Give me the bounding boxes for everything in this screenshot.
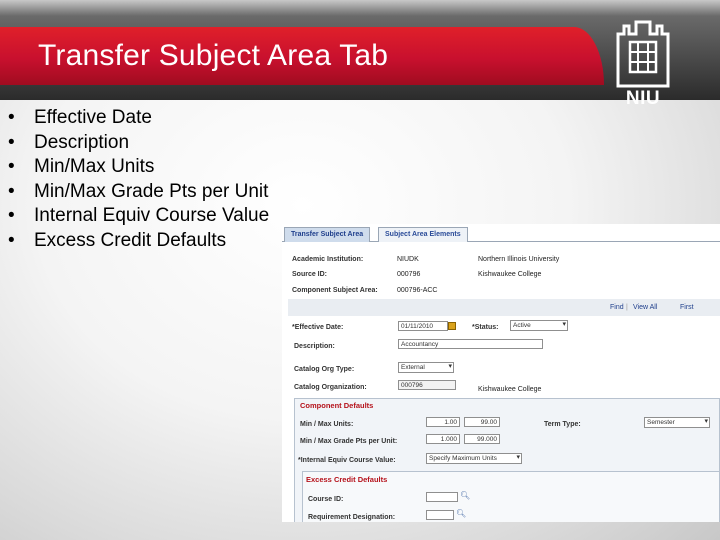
bullet-item: • Min/Max Units — [8, 155, 269, 180]
source-id-code: 000796 — [397, 271, 421, 278]
bullet-item: • Internal Equiv Course Value — [8, 204, 269, 229]
requirement-designation-input[interactable] — [426, 510, 454, 520]
search-icon[interactable]: 🔍︎ — [460, 491, 470, 500]
bullet-item: • Description — [8, 131, 269, 156]
course-id-input[interactable] — [426, 492, 458, 502]
bullet-dot: • — [8, 180, 15, 202]
bullet-dot: • — [8, 131, 15, 153]
status-select[interactable]: Active ▾ — [510, 320, 568, 331]
catalog-org-type-label: Catalog Org Type: — [294, 366, 355, 373]
course-id-label: Course ID: — [308, 496, 344, 503]
search-icon[interactable]: 🔍︎ — [456, 509, 466, 518]
term-type-label: Term Type: — [544, 421, 581, 428]
bullet-dot: • — [8, 205, 15, 227]
component-subject-area-label: Component Subject Area: — [292, 287, 378, 294]
view-all-link[interactable]: View All — [633, 304, 657, 311]
catalog-organization-name: Kishwaukee College — [478, 386, 542, 393]
chevron-down-icon: ▾ — [448, 363, 452, 370]
bullet-text: Internal Equiv Course Value — [34, 205, 270, 227]
effective-date-input[interactable]: 01/11/2010 — [398, 321, 448, 331]
bullet-dot: • — [8, 229, 15, 251]
academic-institution-label: Academic Institution: — [292, 256, 364, 263]
component-defaults-title: Component Defaults — [300, 401, 374, 410]
min-grade-pts-input[interactable]: 1.000 — [426, 434, 460, 444]
chevron-down-icon: ▾ — [516, 454, 520, 461]
requirement-designation-label: Requirement Designation: — [308, 514, 396, 521]
catalog-organization-input[interactable]: 000796 — [398, 380, 456, 390]
bullet-dot: • — [8, 156, 15, 178]
nav-separator: | — [626, 304, 628, 311]
bullet-text: Description — [34, 131, 130, 153]
bullet-text: Min/Max Units — [34, 156, 155, 178]
min-max-units-label: Min / Max Units: — [300, 421, 354, 428]
description-label: Description: — [294, 343, 335, 350]
tower-icon — [616, 20, 670, 88]
find-link[interactable]: Find — [610, 304, 624, 311]
internal-equiv-select[interactable]: Specify Maximum Units ▾ — [426, 453, 522, 464]
bullet-text: Excess Credit Defaults — [34, 229, 227, 251]
min-max-grade-pts-label: Min / Max Grade Pts per Unit: — [300, 438, 398, 445]
source-id-label: Source ID: — [292, 271, 328, 278]
academic-institution-code: NIUDK — [397, 256, 419, 263]
catalog-org-type-select[interactable]: External ▾ — [398, 362, 454, 373]
excess-credit-defaults-title: Excess Credit Defaults — [306, 475, 388, 484]
catalog-org-type-value: External — [401, 364, 425, 371]
bullet-text: Effective Date — [34, 107, 152, 128]
first-link[interactable]: First — [680, 304, 694, 311]
tab-transfer-subject-area[interactable]: Transfer Subject Area — [284, 227, 371, 242]
term-type-value: Semester — [647, 419, 675, 426]
min-units-input[interactable]: 1.00 — [426, 417, 460, 427]
bullet-item: • Min/Max Grade Pts per Unit — [8, 180, 269, 205]
source-id-name: Kishwaukee College — [478, 271, 542, 278]
bullet-text: Min/Max Grade Pts per Unit — [34, 180, 269, 202]
bullet-item: • Excess Credit Defaults — [8, 229, 269, 254]
academic-institution-name: Northern Illinois University — [478, 256, 560, 263]
tab-subject-area-elements[interactable]: Subject Area Elements — [378, 227, 468, 242]
internal-equiv-value: Specify Maximum Units — [429, 455, 497, 462]
bullet-list: • Effective Date • Description • Min/Max Un… — [8, 106, 269, 254]
peoplesoft-screenshot: Transfer Subject Area Subject Area Eleme… — [282, 224, 720, 522]
component-subject-area-value: 000796-ACC — [397, 287, 438, 294]
catalog-organization-label: Catalog Organization: — [294, 384, 367, 391]
chevron-down-icon: ▾ — [562, 321, 566, 328]
max-units-input[interactable]: 99.00 — [464, 417, 500, 427]
max-grade-pts-input[interactable]: 99.000 — [464, 434, 500, 444]
logo-text: NIU — [625, 88, 661, 109]
status-value: Active — [513, 322, 531, 329]
status-label: *Status: — [472, 324, 499, 331]
term-type-select[interactable]: Semester ▾ — [644, 417, 710, 428]
calendar-icon[interactable] — [448, 322, 456, 330]
slide-title: Transfer Subject Area Tab — [38, 39, 389, 72]
internal-equiv-label: *Internal Equiv Course Value: — [298, 457, 396, 464]
niu-logo: NIU — [612, 20, 674, 112]
tab-bar: Transfer Subject Area Subject Area Eleme… — [282, 224, 720, 242]
effective-date-label: *Effective Date: — [292, 324, 344, 331]
bullet-dot: • — [8, 107, 15, 128]
description-input[interactable]: Accountancy — [398, 339, 543, 349]
chevron-down-icon: ▾ — [704, 418, 708, 425]
bullet-item: • Effective Date — [8, 106, 269, 131]
